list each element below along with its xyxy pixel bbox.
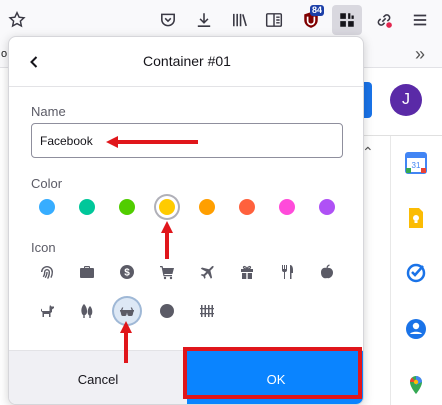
download-icon[interactable] (193, 9, 215, 31)
color-label: Color (31, 176, 63, 191)
fingerprint-icon[interactable] (36, 261, 58, 283)
color-turquoise-swatch[interactable] (79, 199, 95, 215)
annotation-arrow-up (120, 321, 132, 363)
annotation-arrow-left (106, 136, 198, 148)
annotation-arrow-up (161, 221, 173, 259)
cart-icon[interactable] (156, 261, 178, 283)
color-pink-swatch[interactable] (279, 199, 295, 215)
circle-icon[interactable] (156, 300, 178, 322)
svg-text:$: $ (124, 268, 130, 279)
tasks-icon[interactable] (405, 261, 427, 283)
food-icon[interactable] (276, 261, 298, 283)
ublock-icon[interactable]: 84 (300, 5, 325, 31)
google-side-panel: 31 (390, 136, 442, 405)
library-icon[interactable] (229, 9, 251, 31)
panel-header: Container #01 (9, 37, 363, 87)
color-red-swatch[interactable] (239, 199, 255, 215)
unlink-icon[interactable] (373, 9, 395, 31)
color-green-swatch[interactable] (119, 199, 135, 215)
name-label: Name (31, 104, 66, 119)
color-purple-swatch[interactable] (319, 199, 335, 215)
contacts-icon[interactable] (405, 318, 427, 340)
maps-icon[interactable] (405, 374, 427, 396)
containers-icon[interactable] (332, 5, 362, 35)
browser-toolbar: 84 (0, 0, 442, 40)
reader-view-icon[interactable] (263, 9, 285, 31)
color-blue-swatch[interactable] (39, 199, 55, 215)
calendar-icon[interactable]: 31 (405, 152, 427, 174)
menu-icon[interactable] (409, 9, 431, 31)
pet-icon[interactable] (36, 300, 58, 322)
bookmark-fragment: o (1, 48, 8, 60)
fruit-icon[interactable] (316, 261, 338, 283)
keep-icon[interactable] (405, 207, 427, 229)
overflow-chevron-icon[interactable]: » (415, 44, 425, 65)
cancel-button[interactable]: Cancel (9, 351, 187, 404)
bookmark-star-icon[interactable] (6, 9, 28, 31)
calendar-day: 31 (412, 161, 421, 170)
color-yellow-swatch[interactable] (159, 199, 175, 215)
gift-icon[interactable] (236, 261, 258, 283)
panel-title: Container #01 (143, 53, 231, 69)
avatar[interactable]: J (390, 84, 422, 116)
pocket-icon[interactable] (157, 9, 179, 31)
vacation-icon[interactable] (196, 261, 218, 283)
briefcase-icon[interactable] (76, 261, 98, 283)
icon-label: Icon (31, 240, 56, 255)
color-orange-swatch[interactable] (199, 199, 215, 215)
ok-highlight-box (183, 347, 362, 399)
tree-icon[interactable] (76, 300, 98, 322)
dollar-icon[interactable]: $ (116, 261, 138, 283)
ublock-badge: 84 (310, 5, 325, 16)
fence-icon[interactable] (196, 300, 218, 322)
